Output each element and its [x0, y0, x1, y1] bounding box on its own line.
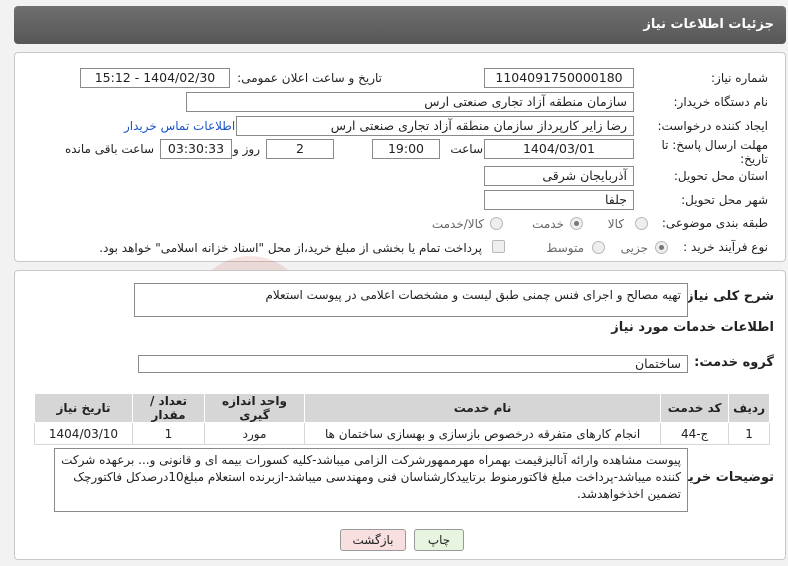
need-number-field: 1104091750000180	[484, 68, 634, 88]
province-field: آذربایجان شرقی	[484, 166, 634, 186]
service-group-label: گروه خدمت:	[694, 355, 774, 370]
category-option-goods: کالا	[607, 217, 624, 231]
col-need-date: تاریخ نیاز	[34, 393, 133, 423]
page-header: جزئیات اطلاعات نیاز	[14, 6, 786, 44]
category-label: طبقه بندی موضوعی:	[661, 216, 768, 230]
col-quantity: تعداد / مقدار	[132, 393, 205, 423]
process-option-medium: متوسط	[546, 241, 584, 255]
requester-field: رضا زایر کارپرداز سازمان منطقه آزاد تجار…	[236, 116, 634, 136]
cell-row-number: 1	[728, 422, 770, 445]
cell-unit: مورد	[204, 422, 305, 445]
buyer-org-field: سازمان منطقه آزاد تجاری صنعتی ارس	[186, 92, 634, 112]
category-radio-goods[interactable]	[635, 217, 648, 230]
col-service-name: نام خدمت	[303, 393, 662, 423]
announce-date-label: تاریخ و ساعت اعلان عمومی:	[237, 71, 382, 85]
services-table: ردیف کد خدمت نام خدمت واحد اندازه گیری ت…	[34, 393, 770, 445]
province-label: استان محل تحویل:	[673, 169, 768, 183]
time-remaining-field: 03:30:33	[160, 139, 232, 159]
cell-need-date: 1404/03/10	[34, 422, 133, 445]
general-description-label: شرح کلی نیاز:	[680, 289, 774, 304]
buyer-notes-field: پیوست مشاهده وارائه آنالیزقیمت بهمراه مه…	[54, 448, 688, 512]
category-radio-goods-service[interactable]	[490, 217, 503, 230]
page-title: جزئیات اطلاعات نیاز	[643, 17, 774, 32]
time-remaining-label: ساعت باقی مانده	[64, 142, 154, 156]
process-radio-medium[interactable]	[592, 241, 605, 254]
treasury-payment-note: پرداخت تمام یا بخشی از مبلغ خرید،از محل …	[99, 241, 482, 255]
col-service-code: کد خدمت	[660, 393, 730, 423]
deadline-date-field: 1404/03/01	[484, 139, 634, 159]
process-type-label: نوع فرآیند خرید :	[683, 240, 768, 254]
days-label: روز و	[233, 142, 260, 156]
services-section-title: اطلاعات خدمات مورد نیاز	[611, 320, 774, 335]
buyer-org-label: نام دستگاه خریدار:	[673, 95, 769, 109]
process-option-minor: جزیی	[620, 241, 648, 255]
deadline-time-label: ساعت	[450, 142, 483, 156]
print-button[interactable]: چاپ	[414, 529, 464, 551]
deadline-date-label: تاریخ:	[740, 152, 768, 166]
city-label: شهر محل تحویل:	[681, 193, 768, 207]
services-table-header-row: ردیف کد خدمت نام خدمت واحد اندازه گیری ت…	[34, 393, 770, 423]
deadline-time-field: 19:00	[372, 139, 440, 159]
treasury-payment-checkbox[interactable]	[492, 240, 505, 253]
deadline-label: مهلت ارسال پاسخ: تا	[661, 138, 768, 152]
col-row-number: ردیف	[728, 393, 770, 423]
city-field: جلفا	[484, 190, 634, 210]
category-option-goods-service: کالا/خدمت	[431, 217, 484, 231]
category-radio-service[interactable]	[570, 217, 583, 230]
process-radio-minor[interactable]	[655, 241, 668, 254]
service-group-field: ساختمان	[138, 355, 688, 373]
col-unit: واحد اندازه گیری	[204, 393, 305, 423]
cell-service-name: انجام کارهای متفرقه درخصوص بازسازی و بهس…	[303, 422, 662, 445]
cell-quantity: 1	[132, 422, 205, 445]
announce-date-field: 1404/02/30 - 15:12	[80, 68, 230, 88]
buyer-contact-link[interactable]: اطلاعات تماس خریدار	[124, 119, 235, 133]
general-description-field: تهیه مصالح و اجرای فنس چمنی طبق لیست و م…	[134, 283, 688, 317]
days-remaining-field: 2	[266, 139, 334, 159]
back-button[interactable]: بازگشت	[340, 529, 406, 551]
table-row: 1 ج-44 انجام کارهای متفرقه درخصوص بازساز…	[34, 422, 770, 445]
category-option-service: خدمت	[532, 217, 564, 231]
requester-label: ایجاد کننده درخواست:	[657, 119, 768, 133]
cell-service-code: ج-44	[660, 422, 730, 445]
need-number-label: شماره نیاز:	[711, 71, 768, 85]
